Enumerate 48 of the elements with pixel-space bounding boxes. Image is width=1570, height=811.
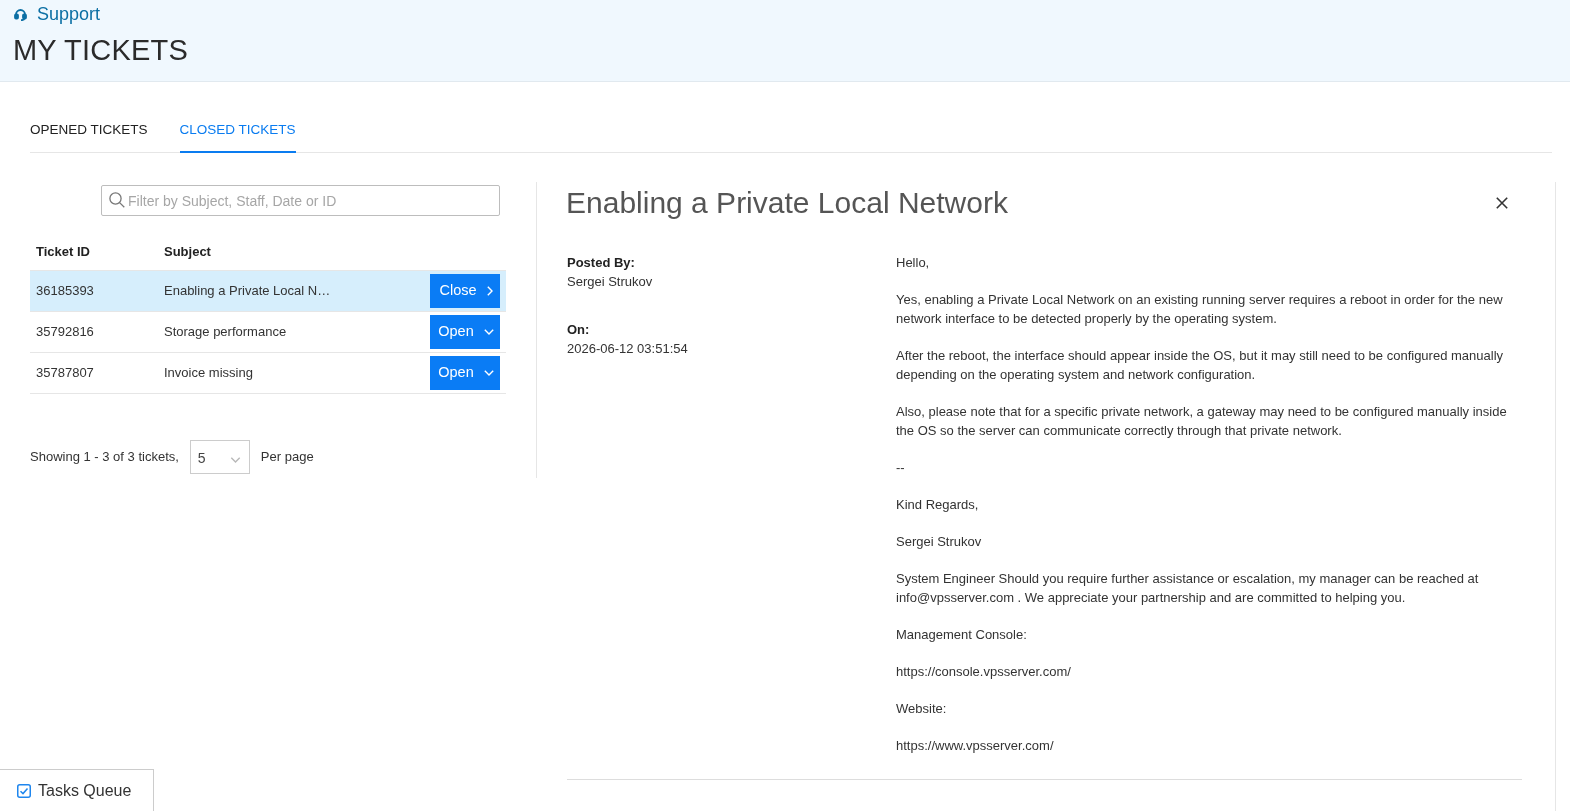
field-label: On: <box>567 321 590 339</box>
breadcrumb-link[interactable]: Support <box>37 3 101 25</box>
tasks-queue-button[interactable]: Tasks Queue <box>0 769 154 811</box>
search-field[interactable]: Filter by Subject, Staff, Date or ID <box>101 185 500 216</box>
chevron-right-icon <box>486 286 493 296</box>
subject-cell-text: Enabling a Private Local N… <box>164 282 331 301</box>
message-paragraph: https://console.vpsserver.com/ <box>896 663 1071 681</box>
subject-cell-text: Invoice missing <box>164 364 253 383</box>
tab[interactable]: CLOSED TICKETS <box>179 109 296 153</box>
pagination-summary: Showing 1 - 3 of 3 tickets, <box>30 448 179 467</box>
open-button[interactable]: Open <box>430 315 500 349</box>
message-paragraph: https://www.vpsserver.com/ <box>896 737 1054 755</box>
close-icon[interactable] <box>1496 197 1508 209</box>
table-row[interactable]: 35792816 Storage performance Open <box>30 312 506 353</box>
chevron-down-icon <box>483 370 494 376</box>
ticket-id-cell-text: 36185393 <box>36 282 94 301</box>
ticket-title: Enabling a Private Local Network <box>566 185 1008 221</box>
column-header: Subject <box>164 243 211 262</box>
chevron-down-icon <box>229 456 241 463</box>
page-title: MY TICKETS <box>13 33 188 67</box>
ticket-id-cell-text: 35787807 <box>36 364 94 383</box>
chevron-down-icon <box>483 329 494 335</box>
field-label: Posted By: <box>567 254 635 272</box>
message-paragraph: -- <box>896 459 905 477</box>
message-paragraph: Yes, enabling a Private Local Network on an existing running server requires a reboot in order for the new network interface to be detected properly by the operating system. <box>896 291 1504 328</box>
per-page-select[interactable]: 5 <box>189 440 250 474</box>
message-paragraph: Management Console: <box>896 626 1027 644</box>
post-date: 2026-06-12 03:51:54 <box>567 340 688 358</box>
message-paragraph: Hello, <box>896 254 930 272</box>
author-name: Sergei Strukov <box>567 273 653 291</box>
subject-cell-text: Storage performance <box>164 323 287 342</box>
message-paragraph: Also, please note that for a specific private network, a gateway may need to be configured manually inside the OS so the server can communicate correctly through that private network. <box>896 403 1508 440</box>
close-button[interactable]: Close <box>430 274 500 308</box>
message-paragraph: After the reboot, the interface should appear inside the OS, but it may still need to be configured manually depending on the operating system and network configuration. <box>896 347 1505 384</box>
column-header: Ticket ID <box>36 243 90 262</box>
message-paragraph: Kind Regards, <box>896 496 979 514</box>
table-row[interactable]: 35787807 Invoice missing Open <box>30 353 506 394</box>
message-paragraph: Website: <box>896 700 947 718</box>
tab[interactable]: OPENED TICKETS <box>30 109 148 153</box>
ticket-id-cell-text: 35792816 <box>36 323 94 342</box>
message-paragraph: Sergei Strukov <box>896 533 982 551</box>
search-icon <box>109 192 125 208</box>
checkbox-icon[interactable] <box>17 783 31 798</box>
headset-icon <box>14 7 27 21</box>
table-row[interactable]: 36185393 Enabling a Private Local N… Close <box>30 271 506 312</box>
open-button[interactable]: Open <box>430 356 500 390</box>
message-paragraph: System Engineer Should you require further assistance or escalation, my manager can be reached at info@vpsserver.com . We appreciate your partnership and are committed to helping you. <box>896 570 1480 607</box>
per-page-label: Per page <box>260 448 314 467</box>
